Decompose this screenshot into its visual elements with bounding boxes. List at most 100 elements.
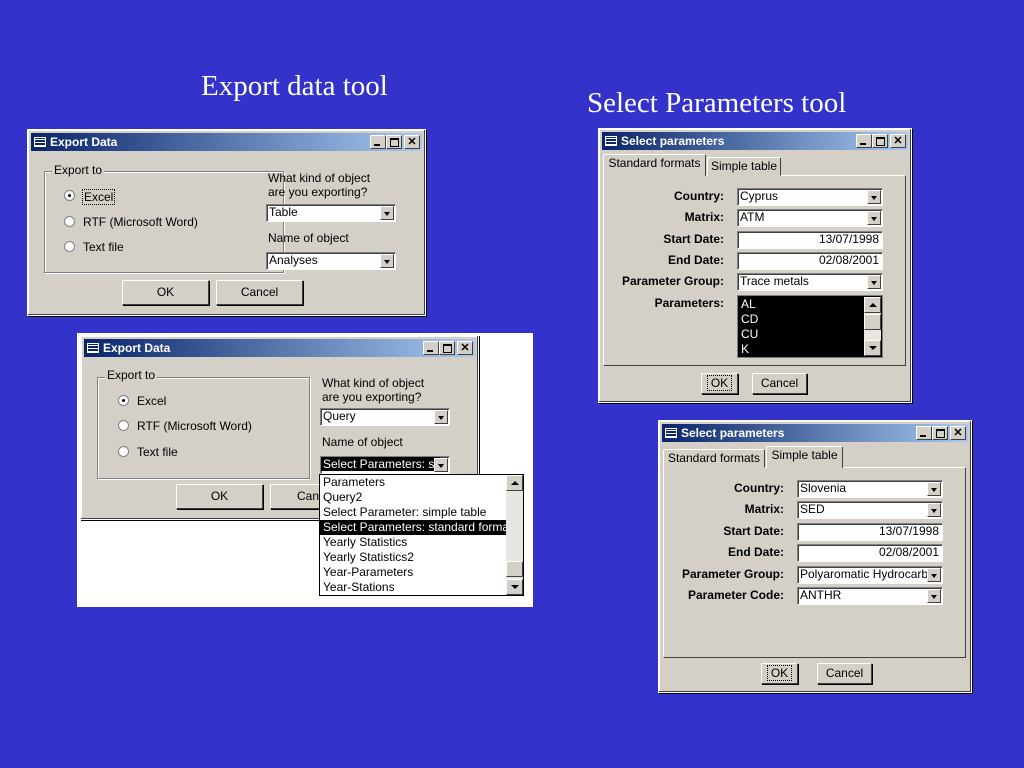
close-button[interactable] <box>890 134 906 148</box>
dropdown-arrow-icon[interactable] <box>434 410 448 424</box>
dropdown-arrow-icon[interactable] <box>927 503 941 517</box>
dropdown-arrow-icon[interactable] <box>380 254 394 268</box>
radio-text-file[interactable] <box>118 446 129 457</box>
minimize-icon <box>424 342 438 354</box>
scroll-up-icon[interactable] <box>864 297 881 313</box>
object-kind-combo[interactable]: Query <box>320 408 450 426</box>
object-name-label: Name of object <box>322 435 403 449</box>
dropdown-item[interactable]: Parameters <box>320 475 506 490</box>
ok-button[interactable]: OK <box>701 373 738 394</box>
list-item[interactable]: CD <box>738 312 864 327</box>
object-name-dropdown-list[interactable]: Parameters Query2 Select Parameter: simp… <box>319 474 524 596</box>
dropdown-item[interactable]: Year-Parameters <box>320 565 506 580</box>
dropdown-arrow-icon[interactable] <box>380 206 394 220</box>
dropdown-item[interactable]: Year-Stations <box>320 580 506 595</box>
radio-excel[interactable] <box>64 190 75 201</box>
dropdown-scrollbar[interactable] <box>506 475 523 595</box>
dropdown-arrow-icon[interactable] <box>927 589 941 603</box>
scroll-thumb[interactable] <box>506 561 523 577</box>
end-date-field[interactable]: 02/08/2001 <box>737 252 883 270</box>
radio-text-file[interactable] <box>64 241 75 252</box>
form-icon <box>665 428 677 438</box>
parameter-group-label: Parameter Group: <box>681 567 784 581</box>
matrix-combo[interactable]: ATM <box>737 209 883 227</box>
radio-rtf-label[interactable]: RTF (Microsoft Word) <box>137 419 252 433</box>
list-item[interactable]: AL <box>738 297 864 312</box>
parameters-listbox[interactable]: AL CD CU K <box>737 295 883 358</box>
parameter-group-combo[interactable]: Trace metals <box>737 273 883 291</box>
minimize-button[interactable] <box>423 341 439 355</box>
list-item[interactable]: K <box>738 342 864 357</box>
minimize-button[interactable] <box>370 135 386 149</box>
title-bar[interactable]: Select parameters <box>662 424 968 442</box>
radio-rtf[interactable] <box>64 216 75 227</box>
scroll-up-icon[interactable] <box>506 475 523 491</box>
radio-text-file-label[interactable]: Text file <box>137 445 178 459</box>
dropdown-item[interactable]: Query2 <box>320 490 506 505</box>
radio-rtf[interactable] <box>118 420 129 431</box>
title-bar[interactable]: Export Data <box>84 339 475 357</box>
radio-text-file-label[interactable]: Text file <box>83 240 124 254</box>
tab-simple-table[interactable]: Simple table <box>707 157 781 176</box>
maximize-icon <box>440 342 454 354</box>
radio-rtf-label[interactable]: RTF (Microsoft Word) <box>83 215 198 229</box>
minimize-button[interactable] <box>856 134 872 148</box>
list-item[interactable]: CU <box>738 327 864 342</box>
dropdown-arrow-icon[interactable] <box>867 190 881 204</box>
dropdown-item-selected[interactable]: Select Parameters: standard formats <box>320 520 518 535</box>
object-name-combo[interactable]: Select Parameters: st <box>320 456 450 474</box>
start-date-field[interactable]: 13/07/1998 <box>737 231 883 249</box>
parameter-code-combo[interactable]: ANTHR <box>797 587 943 605</box>
country-label: Country: <box>674 189 724 203</box>
ok-button[interactable]: OK <box>761 663 798 684</box>
maximize-button[interactable] <box>932 426 948 440</box>
tab-standard-formats[interactable]: Standard formats <box>663 449 765 468</box>
radio-excel[interactable] <box>118 395 129 406</box>
dropdown-item[interactable]: Yearly Statistics <box>320 535 506 550</box>
title-bar[interactable]: Select parameters <box>602 132 908 150</box>
matrix-combo[interactable]: SED <box>797 501 943 519</box>
maximize-button[interactable] <box>386 135 402 149</box>
dropdown-arrow-icon[interactable] <box>867 275 881 289</box>
close-button[interactable] <box>950 426 966 440</box>
minimize-button[interactable] <box>916 426 932 440</box>
country-combo[interactable]: Slovenia <box>797 480 943 498</box>
dropdown-arrow-icon[interactable] <box>927 568 941 582</box>
close-button[interactable] <box>404 135 420 149</box>
country-combo[interactable]: Cyprus <box>737 188 883 206</box>
start-date-field[interactable]: 13/07/1998 <box>797 523 943 541</box>
parameters-scrollbar[interactable] <box>864 297 881 356</box>
dropdown-arrow-icon[interactable] <box>927 482 941 496</box>
radio-excel-label[interactable]: Excel <box>82 189 116 205</box>
tab-simple-table[interactable]: Simple table <box>766 446 843 468</box>
object-name-combo[interactable]: Analyses <box>266 252 396 270</box>
close-button[interactable] <box>457 341 473 355</box>
cancel-button[interactable]: Cancel <box>216 280 303 305</box>
dropdown-item[interactable]: Yearly Statistics2 <box>320 550 506 565</box>
export-to-label: Export to <box>105 368 158 382</box>
end-date-label: End Date: <box>667 253 724 267</box>
scroll-down-icon[interactable] <box>864 340 881 356</box>
scroll-thumb[interactable] <box>864 314 881 330</box>
scroll-down-icon[interactable] <box>506 579 523 595</box>
ok-button[interactable]: OK <box>122 280 209 305</box>
object-kind-combo[interactable]: Table <box>266 204 396 222</box>
object-kind-label-2: are you exporting? <box>322 390 422 404</box>
minimize-icon <box>371 136 385 148</box>
maximize-button[interactable] <box>439 341 455 355</box>
dropdown-item[interactable]: Select Parameter: simple table <box>320 505 506 520</box>
cancel-button[interactable]: Cancel <box>817 663 872 684</box>
tab-standard-formats[interactable]: Standard formats <box>603 154 706 176</box>
end-date-field[interactable]: 02/08/2001 <box>797 544 943 562</box>
cancel-button[interactable]: Cancel <box>752 373 807 394</box>
parameter-group-combo[interactable]: Polyaromatic Hydrocarbo <box>797 566 943 584</box>
dropdown-arrow-icon[interactable] <box>434 458 448 472</box>
parameters-label: Parameters: <box>654 296 724 310</box>
matrix-value: SED <box>800 502 825 516</box>
radio-excel-label[interactable]: Excel <box>137 394 166 408</box>
matrix-label: Matrix: <box>684 210 724 224</box>
maximize-button[interactable] <box>872 134 888 148</box>
title-bar[interactable]: Export Data <box>31 133 422 151</box>
ok-button[interactable]: OK <box>176 484 263 509</box>
dropdown-arrow-icon[interactable] <box>867 211 881 225</box>
